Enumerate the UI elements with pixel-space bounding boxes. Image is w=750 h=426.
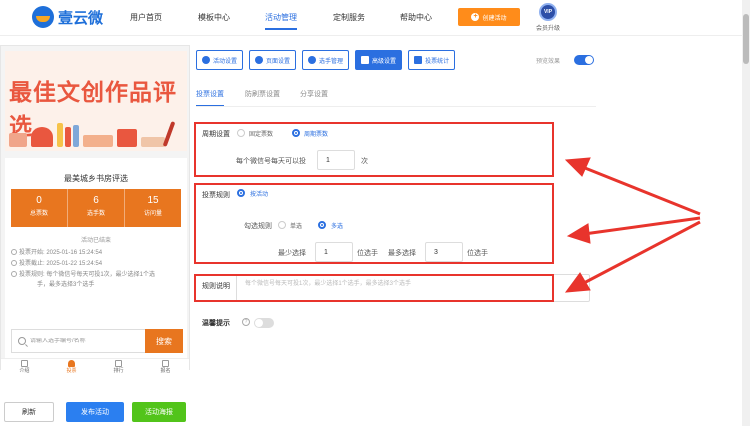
- page-settings-button[interactable]: 页面设置: [249, 50, 297, 70]
- search-icon: [18, 337, 26, 345]
- start-time: 投票开始: 2025-01-16 15:24:54: [11, 248, 102, 258]
- contestant-management-button[interactable]: 选手管理: [302, 50, 350, 70]
- search-bar: 搜索: [11, 329, 183, 353]
- tab-ranking[interactable]: 排行: [95, 359, 142, 374]
- nav-help-center[interactable]: 帮助中心: [400, 12, 432, 23]
- intro-icon: [21, 360, 28, 367]
- signup-icon: [162, 360, 169, 367]
- create-activity-label: 创建活动: [482, 15, 507, 22]
- button-label: 投票统计: [425, 58, 450, 65]
- preview-effect-toggle[interactable]: [574, 55, 594, 65]
- clock-icon: [11, 260, 17, 266]
- gear-icon: [202, 56, 210, 64]
- stat-value: 15: [147, 195, 159, 206]
- ranking-icon: [115, 360, 122, 367]
- arrow-to-rules: [583, 216, 701, 236]
- stats-panel: 0 总票数 6 选手数 15 访问量: [11, 189, 181, 227]
- tab-label: 介绍: [19, 368, 30, 374]
- activity-settings-button[interactable]: 活动设置: [196, 50, 244, 70]
- mobile-preview: 最佳文创作品评选 最美城乡书房评选 0 总票数 6 选手数 15 访问量 活动已…: [0, 45, 190, 374]
- sliders-icon: [361, 56, 370, 64]
- tab-anti-fraud-settings[interactable]: 防刷票设置: [245, 89, 280, 99]
- scroll-thumb[interactable]: [743, 14, 749, 64]
- refresh-button[interactable]: 刷新: [4, 402, 54, 422]
- preview-effect-label: 预览效果: [536, 59, 561, 65]
- annotation-box-explain: [194, 274, 554, 302]
- advanced-settings-button[interactable]: 高级设置: [355, 50, 403, 70]
- button-label: 高级设置: [372, 58, 397, 65]
- arrowhead-rules: [566, 223, 591, 244]
- stat-value: 6: [93, 195, 99, 206]
- person-icon: [68, 360, 75, 367]
- search-field[interactable]: [11, 329, 145, 353]
- page-scrollbar[interactable]: [742, 0, 750, 426]
- stat-label: 总票数: [29, 211, 48, 217]
- books-illustration: [9, 119, 185, 147]
- activity-card: 最美城乡书房评选 0 总票数 6 选手数 15 访问量 活动已结束 投票开始: …: [5, 158, 187, 358]
- preview-tabbar: 介绍 投票 排行 报名: [1, 358, 189, 374]
- stat-label: 选手数: [86, 211, 105, 217]
- stat-total-votes: 0 总票数: [11, 189, 68, 227]
- tab-label: 报名: [160, 368, 171, 374]
- stat-contestants: 6 选手数: [68, 189, 125, 227]
- clock-icon: [11, 271, 17, 277]
- settings-toolbar: 活动设置 页面设置 选手管理 高级设置 投票统计: [196, 50, 456, 70]
- preview-banner: 最佳文创作品评选: [5, 51, 187, 151]
- annotation-box-rules: [194, 183, 554, 264]
- nav-template-center[interactable]: 模板中心: [198, 12, 230, 23]
- vip-label: 会员升级: [535, 26, 560, 32]
- button-label: 页面设置: [266, 58, 291, 65]
- help-icon[interactable]: ?: [242, 318, 250, 326]
- tab-label: 投票: [66, 368, 77, 374]
- vote-rule-text: 投票规则: 每个微信号每天可投1次，最少选择1个选: [19, 272, 156, 278]
- nav-custom-service[interactable]: 定制服务: [333, 12, 365, 23]
- stat-visits: 15 访问量: [125, 189, 181, 227]
- activity-title: 最美城乡书房评选: [64, 174, 128, 183]
- arrowhead-cycle: [564, 157, 591, 177]
- publish-activity-button[interactable]: 发布活动: [66, 402, 124, 422]
- logo-icon: [32, 6, 54, 28]
- clock-icon: [11, 249, 17, 255]
- tab-vote-settings[interactable]: 投票设置: [196, 89, 224, 106]
- nav-activity-management[interactable]: 活动管理: [265, 12, 297, 30]
- create-activity-button[interactable]: + 创建活动: [458, 8, 520, 26]
- start-time-text: 投票开始: 2025-01-16 15:24:54: [19, 250, 103, 256]
- activity-status: 活动已结束: [80, 238, 111, 244]
- nav-user-home[interactable]: 用户首页: [130, 12, 162, 23]
- tab-intro[interactable]: 介绍: [1, 359, 48, 374]
- tab-signup[interactable]: 报名: [142, 359, 189, 374]
- settings-subtabs: 投票设置 防刷票设置 分享设置: [196, 89, 596, 107]
- search-input[interactable]: [30, 338, 140, 344]
- tip-label: 温馨提示: [202, 320, 230, 327]
- search-button[interactable]: 搜索: [145, 329, 183, 353]
- end-time: 投票截止: 2025-01-22 15:24:54: [11, 259, 102, 269]
- tab-vote[interactable]: 投票: [48, 359, 95, 374]
- end-time-text: 投票截止: 2025-01-22 15:24:54: [19, 261, 103, 267]
- bar-chart-icon: [414, 56, 423, 64]
- top-nav: 壹云微 用户首页 模板中心 活动管理 定制服务 帮助中心 + 创建活动 VIP …: [0, 0, 742, 36]
- vote-rule-cont: 手，最多选择3个选手: [37, 282, 95, 288]
- logo[interactable]: 壹云微: [32, 6, 103, 28]
- button-label: 活动设置: [213, 58, 238, 65]
- annotation-box-cycle: [194, 122, 554, 177]
- tip-toggle[interactable]: [254, 318, 274, 328]
- vote-rule: 投票规则: 每个微信号每天可投1次，最少选择1个选: [11, 270, 155, 280]
- logo-text: 壹云微: [58, 9, 104, 27]
- activity-poster-button[interactable]: 活动海报: [132, 402, 186, 422]
- stat-value: 0: [36, 195, 42, 206]
- gear-icon: [255, 56, 264, 64]
- arrow-to-cycle: [579, 164, 701, 216]
- vip-icon: VIP: [539, 3, 557, 21]
- tab-label: 排行: [113, 368, 124, 374]
- users-icon: [308, 56, 317, 64]
- button-label: 选手管理: [319, 58, 344, 65]
- vip-upgrade[interactable]: VIP 会员升级: [533, 3, 563, 32]
- tab-share-settings[interactable]: 分享设置: [300, 89, 328, 99]
- stat-label: 访问量: [143, 211, 162, 217]
- vote-statistics-button[interactable]: 投票统计: [408, 50, 456, 70]
- arrow-to-explain: [581, 220, 701, 286]
- plus-icon: +: [471, 13, 480, 21]
